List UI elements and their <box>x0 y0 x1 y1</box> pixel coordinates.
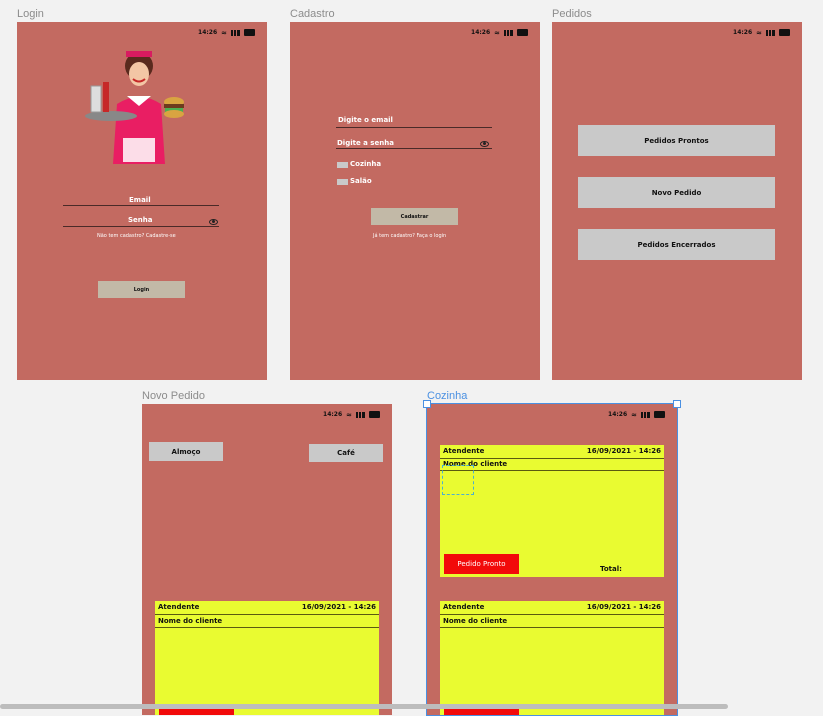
new-order-button[interactable]: Novo Pedido <box>578 177 775 208</box>
closed-orders-button[interactable]: Pedidos Encerrados <box>578 229 775 260</box>
frame-novo-pedido[interactable]: 14:26 ≈ Almoço Café Atendente 16/09/2021… <box>142 404 392 715</box>
waitress-illustration <box>85 51 184 164</box>
status-time: 14:26 <box>471 29 491 36</box>
frame-pedidos[interactable]: 14:26 ≈ Pedidos Prontos Novo Pedido Pedi… <box>552 22 802 380</box>
signup-link[interactable]: Não tem cadastro? Cadastre-se <box>97 233 176 239</box>
kitchen-label: Cozinha <box>350 160 382 168</box>
frame-login[interactable]: 14:26 ≈ Email Senha Não tem cadastro? Ca… <box>17 22 267 380</box>
email-label: Email <box>129 196 151 204</box>
client-name: Nome do cliente <box>158 617 223 625</box>
frame-label-novo-pedido[interactable]: Novo Pedido <box>142 390 205 402</box>
status-bar: 14:26 ≈ <box>733 29 790 36</box>
signal-icon <box>231 29 240 36</box>
status-time: 14:26 <box>323 411 343 418</box>
frame-label-login[interactable]: Login <box>17 8 44 20</box>
attendant-label: Atendente <box>158 603 200 611</box>
status-bar: 14:26 ≈ <box>471 29 528 36</box>
hall-label: Salão <box>350 177 372 185</box>
order-datetime: 16/09/2021 - 14:26 <box>301 603 376 611</box>
kitchen-checkbox[interactable] <box>337 162 348 168</box>
status-bar: 14:26 ≈ <box>198 29 255 36</box>
email-field[interactable] <box>336 127 492 128</box>
hall-checkbox[interactable] <box>337 179 348 185</box>
password-label: Senha <box>128 216 153 224</box>
selection-outline <box>426 403 678 716</box>
coffee-button[interactable]: Café <box>309 444 383 462</box>
email-field[interactable] <box>63 205 219 206</box>
login-button[interactable]: Login <box>98 281 185 298</box>
password-field[interactable] <box>63 226 219 227</box>
frame-cadastro[interactable]: 14:26 ≈ Digite o email Digite a senha Co… <box>290 22 540 380</box>
signal-icon <box>356 411 365 418</box>
login-link[interactable]: Já tem cadastro? Faça o login <box>373 233 446 239</box>
divider <box>155 627 379 628</box>
horizontal-scrollbar[interactable] <box>0 704 728 709</box>
frame-label-cadastro[interactable]: Cadastro <box>290 8 335 20</box>
status-time: 14:26 <box>733 29 753 36</box>
divider <box>155 614 379 615</box>
frame-label-pedidos[interactable]: Pedidos <box>552 8 592 20</box>
order-action-button[interactable] <box>159 708 234 715</box>
password-label: Digite a senha <box>337 139 394 147</box>
battery-icon <box>779 29 790 36</box>
frame-label-cozinha[interactable]: Cozinha <box>427 390 467 402</box>
signal-icon <box>766 29 775 36</box>
wifi-icon: ≈ <box>346 410 352 419</box>
password-field[interactable] <box>336 148 492 149</box>
resize-handle[interactable] <box>673 400 681 408</box>
order-card[interactable]: Atendente 16/09/2021 - 14:26 Nome do cli… <box>155 601 379 715</box>
wifi-icon: ≈ <box>756 28 762 37</box>
register-button[interactable]: Cadastrar <box>371 208 458 225</box>
email-label: Digite o email <box>338 116 393 124</box>
eye-icon[interactable] <box>209 219 218 225</box>
ready-orders-button[interactable]: Pedidos Prontos <box>578 125 775 156</box>
signal-icon <box>504 29 513 36</box>
lunch-button[interactable]: Almoço <box>149 442 223 461</box>
wifi-icon: ≈ <box>221 28 227 37</box>
battery-icon <box>244 29 255 36</box>
wifi-icon: ≈ <box>494 28 500 37</box>
status-bar: 14:26 ≈ <box>323 411 380 418</box>
battery-icon <box>517 29 528 36</box>
resize-handle[interactable] <box>423 400 431 408</box>
status-time: 14:26 <box>198 29 218 36</box>
eye-icon[interactable] <box>480 141 489 147</box>
battery-icon <box>369 411 380 418</box>
